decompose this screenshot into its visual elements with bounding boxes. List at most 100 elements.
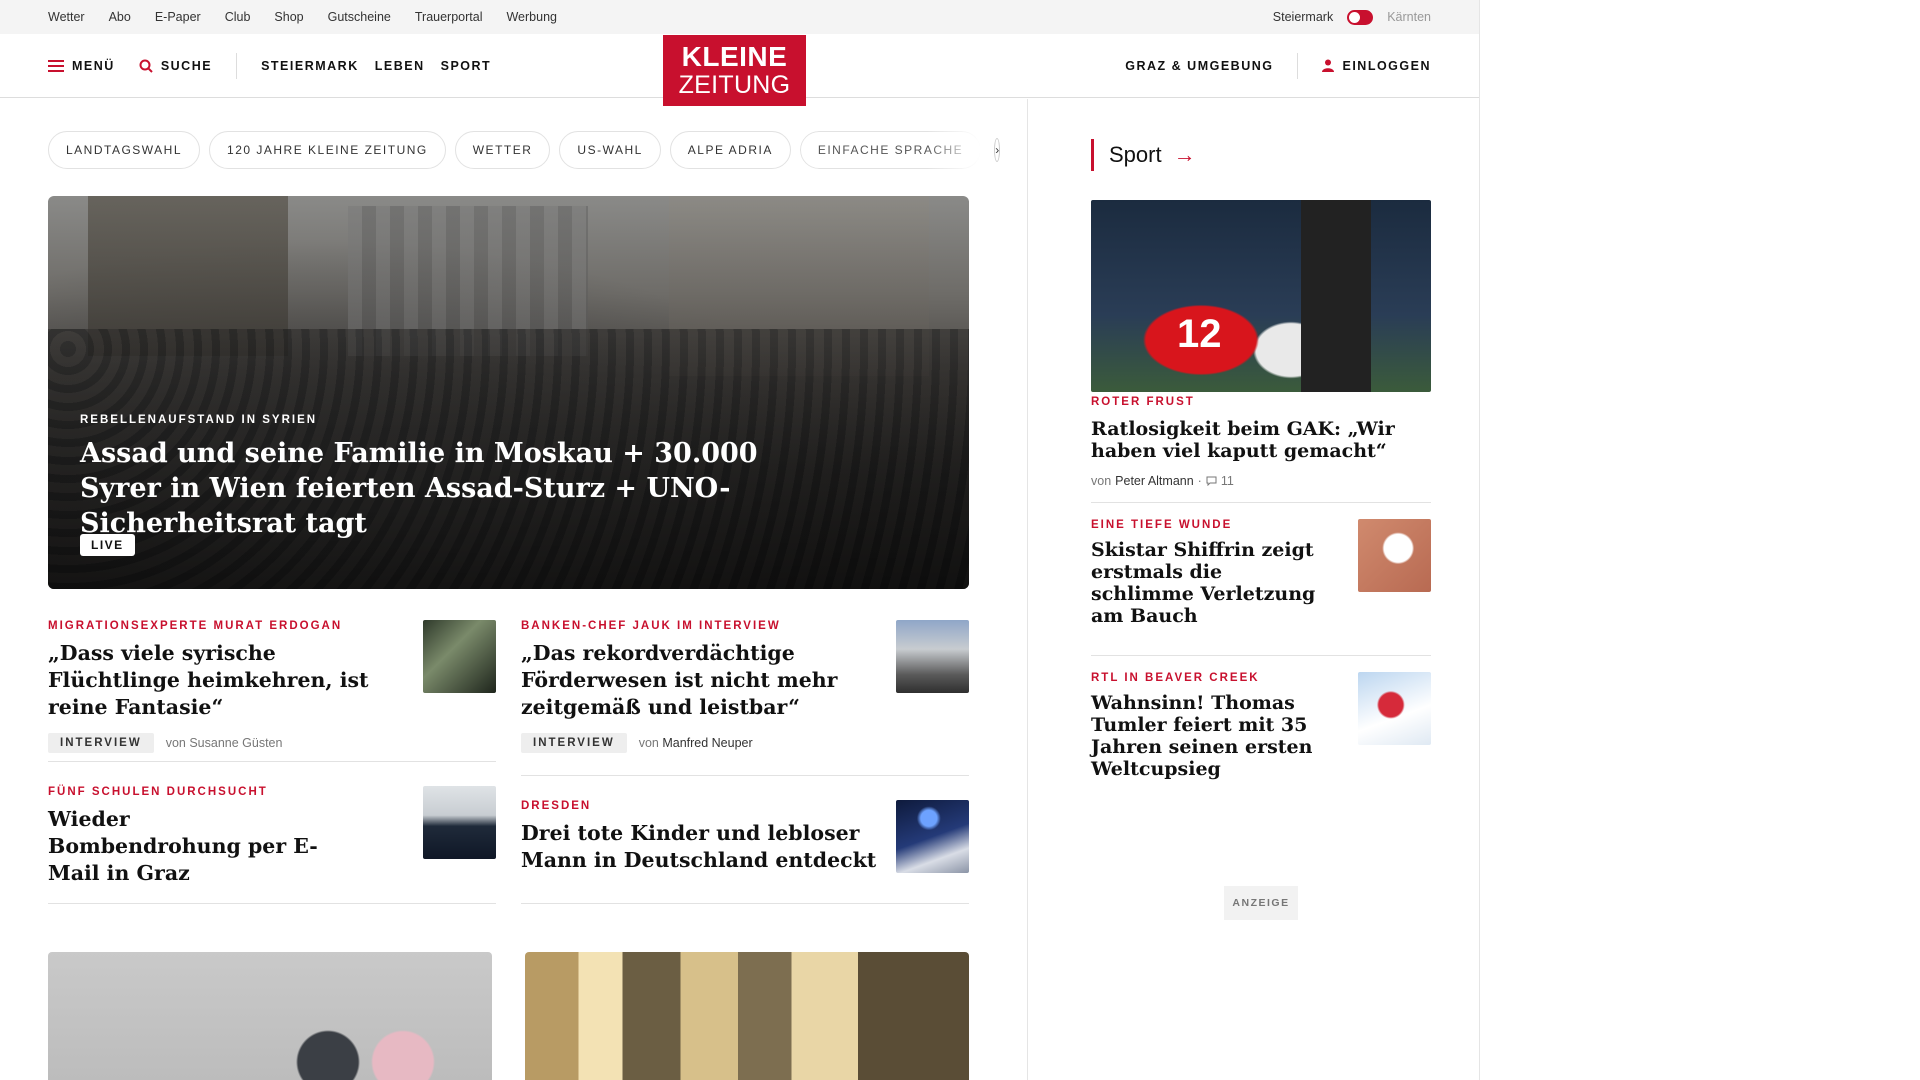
article-kicker: BANKEN-CHEF JAUK IM INTERVIEW	[521, 620, 781, 632]
hamburger-icon	[48, 59, 64, 72]
page: Wetter Abo E-Paper Club Shop Gutscheine …	[0, 0, 1480, 1080]
author-name: Susanne Güsten	[189, 736, 283, 750]
tag-wetter[interactable]: WETTER	[454, 131, 551, 169]
interview-badge: INTERVIEW	[521, 733, 627, 753]
author-prefix: von	[165, 736, 186, 750]
login-button[interactable]: EINLOGGEN	[1322, 59, 1431, 73]
hero-copy: REBELLENAUFSTAND IN SYRIEN Assad und sei…	[80, 414, 840, 541]
nav-steiermark[interactable]: STEIERMARK	[261, 59, 359, 73]
article-title[interactable]: Wieder Bombendrohung per E-Mail in Graz	[48, 806, 318, 887]
utility-link-shop[interactable]: Shop	[274, 10, 303, 24]
search-button[interactable]: SUCHE	[139, 59, 212, 73]
article-teaser[interactable]: DRESDEN Drei tote Kinder und lebloser Ma…	[521, 776, 969, 904]
hero-title[interactable]: Assad und seine Familie in Moskau + 30.0…	[80, 436, 840, 541]
article-teaser[interactable]: MIGRATIONSEXPERTE MURAT ERDOGAN „Dass vi…	[48, 620, 496, 762]
utility-link-club[interactable]: Club	[225, 10, 251, 24]
comment-icon	[1206, 476, 1217, 486]
article-title[interactable]: Wahnsinn! Thomas Tumler feiert mit 35 Ja…	[1091, 692, 1331, 780]
article-column-left: MIGRATIONSEXPERTE MURAT ERDOGAN „Dass vi…	[48, 620, 496, 904]
utility-link-trauerportal[interactable]: Trauerportal	[415, 10, 483, 24]
main-nav: STEIERMARK LEBEN SPORT	[261, 59, 491, 73]
comment-count[interactable]: 11	[1221, 474, 1234, 488]
author-prefix: von	[1091, 474, 1112, 488]
article-kicker: FÜNF SCHULEN DURCHSUCHT	[48, 786, 268, 798]
utility-bar: Wetter Abo E-Paper Club Shop Gutscheine …	[0, 0, 1479, 34]
tag-us-wahl[interactable]: US-WAHL	[559, 131, 661, 169]
utility-link-abo[interactable]: Abo	[109, 10, 131, 24]
search-icon	[139, 59, 153, 73]
section-title: Sport	[1109, 142, 1162, 167]
menu-label: MENÜ	[72, 58, 115, 73]
ad-label: ANZEIGE	[1224, 886, 1298, 920]
utility-link-epaper[interactable]: E-Paper	[155, 10, 201, 24]
article-meta: INTERVIEW von Susanne Güsten	[48, 733, 408, 753]
sport-lead-image[interactable]: 12	[1091, 200, 1431, 392]
tag-landtagswahl[interactable]: LANDTAGSWAHL	[48, 131, 201, 169]
article-column-right: BANKEN-CHEF JAUK IM INTERVIEW „Das rekor…	[521, 620, 969, 904]
article-title[interactable]: „Dass viele syrische Flüchtlinge heimkeh…	[48, 640, 408, 721]
article-thumbnail[interactable]	[896, 620, 969, 693]
article-title[interactable]: „Das rekordverdächtige Förderwesen ist n…	[521, 640, 881, 721]
nav-leben[interactable]: LEBEN	[375, 59, 425, 73]
region-label-inactive[interactable]: Kärnten	[1387, 10, 1431, 24]
tag-120-jahre[interactable]: 120 JAHRE KLEINE ZEITUNG	[209, 131, 446, 169]
logo-line-2: ZEITUNG	[678, 71, 791, 99]
article-kicker: DRESDEN	[521, 800, 592, 812]
article-thumbnail[interactable]	[1358, 519, 1431, 592]
tags-scroll-right-button[interactable]: ›	[994, 138, 1001, 162]
bottom-teasers	[48, 952, 969, 1080]
author-prefix: von	[638, 736, 659, 750]
article-meta: von Peter Altmann · 11	[1091, 474, 1431, 488]
column-divider	[1027, 99, 1028, 1080]
teaser-image[interactable]	[48, 952, 492, 1080]
hero-teaser[interactable]: REBELLENAUFSTAND IN SYRIEN Assad und sei…	[48, 196, 969, 589]
article-thumbnail[interactable]	[423, 620, 496, 693]
topic-tags: LANDTAGSWAHL 120 JAHRE KLEINE ZEITUNG WE…	[48, 131, 1001, 169]
meta-separator: ·	[1197, 474, 1202, 488]
tag-einfache-sprache[interactable]: EINFACHE SPRACHE	[799, 131, 982, 169]
article-thumbnail[interactable]	[423, 786, 496, 859]
nav-sport[interactable]: SPORT	[441, 59, 492, 73]
menu-button[interactable]: MENÜ	[48, 59, 115, 73]
jersey-number: 12	[1177, 312, 1222, 356]
header-divider	[236, 52, 238, 79]
article-title[interactable]: Skistar Shiffrin zeigt erstmals die schl…	[1091, 539, 1331, 627]
arrow-right-icon: →	[1173, 142, 1196, 167]
hero-kicker: REBELLENAUFSTAND IN SYRIEN	[80, 414, 318, 426]
search-label: SUCHE	[160, 58, 213, 73]
sport-lead-title[interactable]: Ratlosigkeit beim GAK: „Wir haben viel k…	[1091, 418, 1431, 462]
live-badge: LIVE	[80, 534, 135, 556]
region-label-active[interactable]: Steiermark	[1273, 10, 1333, 24]
main-header: MENÜ SUCHE STEIERMARK LEBEN SPORT KLEINE…	[0, 34, 1479, 106]
sport-section-header[interactable]: Sport →	[1091, 139, 1431, 171]
sport-teaser[interactable]: RTL IN BEAVER CREEK Wahnsinn! Thomas Tum…	[1091, 656, 1431, 808]
article-thumbnail[interactable]	[896, 800, 969, 873]
interview-badge: INTERVIEW	[48, 733, 154, 753]
article-kicker: MIGRATIONSEXPERTE MURAT ERDOGAN	[48, 620, 343, 632]
utility-link-gutscheine[interactable]: Gutscheine	[328, 10, 391, 24]
utility-link-wetter[interactable]: Wetter	[48, 10, 85, 24]
article-grid: MIGRATIONSEXPERTE MURAT ERDOGAN „Dass vi…	[48, 620, 969, 904]
article-title[interactable]: Drei tote Kinder und lebloser Mann in De…	[521, 820, 881, 874]
login-label: EINLOGGEN	[1342, 58, 1431, 73]
article-thumbnail[interactable]	[1358, 672, 1431, 745]
main-content: LANDTAGSWAHL 120 JAHRE KLEINE ZEITUNG WE…	[48, 99, 1001, 1080]
utility-link-werbung[interactable]: Werbung	[506, 10, 557, 24]
teaser-image[interactable]	[525, 952, 969, 1080]
region-toggle[interactable]	[1347, 9, 1374, 25]
author-name: Manfred Neuper	[662, 736, 753, 750]
article-teaser[interactable]: BANKEN-CHEF JAUK IM INTERVIEW „Das rekor…	[521, 620, 969, 776]
header-divider-right	[1297, 52, 1299, 79]
article-meta: INTERVIEW von Manfred Neuper	[521, 733, 881, 753]
article-kicker: EINE TIEFE WUNDE	[1091, 519, 1233, 531]
site-logo[interactable]: KLEINE ZEITUNG	[663, 35, 806, 106]
sport-sidebar: Sport → 12 ROTER FRUST Ratlosigkeit beim…	[1091, 99, 1431, 920]
article-teaser[interactable]: FÜNF SCHULEN DURCHSUCHT Wieder Bombendro…	[48, 762, 496, 904]
tag-alpe-adria[interactable]: ALPE ADRIA	[669, 131, 791, 169]
utility-links: Wetter Abo E-Paper Club Shop Gutscheine …	[48, 10, 557, 24]
sport-teaser[interactable]: EINE TIEFE WUNDE Skistar Shiffrin zeigt …	[1091, 503, 1431, 656]
region-link[interactable]: GRAZ & UMGEBUNG	[1125, 59, 1273, 73]
logo-line-1: KLEINE	[681, 41, 788, 72]
region-switch: Steiermark Kärnten	[1273, 9, 1431, 25]
article-kicker: ROTER FRUST	[1091, 392, 1205, 408]
